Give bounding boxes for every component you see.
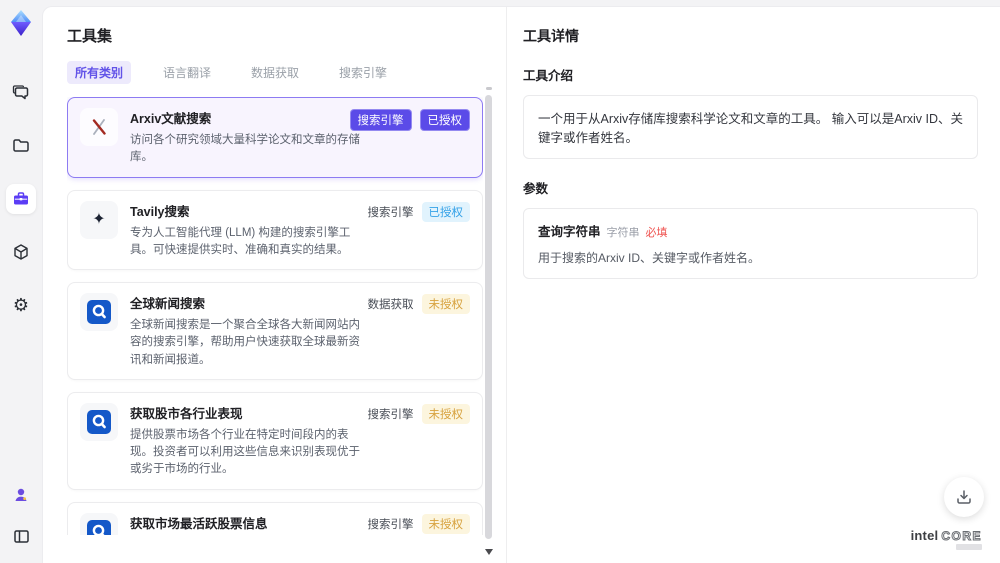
tool-texts: 获取市场最活跃股票信息 提供当天交易量最高的股票列表。投资者可以利用这些信息来识… bbox=[130, 513, 362, 536]
tool-texts: 获取股市各行业表现 提供股票市场各个行业在特定时间段内的表现。投资者可以利用这些… bbox=[130, 403, 362, 479]
params-list: 查询字符串 字符串 必填 用于搜索的Arxiv ID、关键字或作者姓名。 bbox=[523, 208, 978, 279]
tool-category-tag: 搜索引擎 bbox=[367, 206, 414, 219]
settings-icon[interactable]: ⚙ bbox=[6, 290, 36, 320]
tool-auth-badge: 未授权 bbox=[421, 294, 470, 314]
gear-glyph: ⚙ bbox=[12, 295, 30, 315]
intro-box: 一个用于从Arxiv存储库搜索科学论文和文章的工具。 输入可以是Arxiv ID… bbox=[523, 95, 978, 159]
scroll-down-arrow[interactable] bbox=[485, 549, 493, 555]
panel-toggle-icon[interactable] bbox=[6, 521, 36, 551]
tool-tags: 搜索引擎 已授权 bbox=[367, 201, 470, 222]
parameter-description: 用于搜索的Arxiv ID、关键字或作者姓名。 bbox=[538, 251, 761, 265]
tool-description: 专为人工智能代理 (LLM) 构建的搜索引擎工具。可快速提供实时、准确和真实的结… bbox=[130, 226, 351, 256]
tool-tags: 搜索引擎 未授权 bbox=[367, 513, 470, 534]
tool-texts: 全球新闻搜索 全球新闻搜索是一个聚合全球各大新闻网站内容的搜索引擎，帮助用户快速… bbox=[130, 293, 362, 369]
scroll-up-arrow[interactable] bbox=[486, 87, 492, 90]
tool-name: 全球新闻搜索 bbox=[130, 297, 206, 311]
list-scrollbar[interactable] bbox=[485, 87, 493, 555]
params-heading: 参数 bbox=[523, 182, 549, 196]
category-tab-label: 搜索引擎 bbox=[339, 66, 388, 80]
parameter-required-badge: 必填 bbox=[645, 227, 668, 239]
details-title: 工具详情 bbox=[523, 28, 579, 44]
parameter-name: 查询字符串 bbox=[538, 225, 601, 239]
chat-icon[interactable] bbox=[6, 78, 36, 108]
tool-category-tag: 搜索引擎 bbox=[349, 109, 412, 131]
brand-core-text: core bbox=[941, 529, 982, 544]
category-tabs: 所有类别 语言翻译 数据获取 搜索引擎 bbox=[67, 61, 483, 84]
main-surface: 工具集 所有类别 语言翻译 数据获取 搜索引擎 ✦ Arxiv文献搜 bbox=[42, 6, 1000, 563]
tool-description: 访问各个研究领域大量科学论文和文章的存储库。 bbox=[130, 134, 360, 164]
tool-name: Tavily搜索 bbox=[130, 204, 190, 219]
parameter-card: 查询字符串 字符串 必填 用于搜索的Arxiv ID、关键字或作者姓名。 bbox=[523, 208, 978, 279]
intel-core-logo: intel core bbox=[911, 528, 982, 550]
tool-name: Arxiv文献搜索 bbox=[130, 112, 212, 126]
tool-description: 提供股票市场各个行业在特定时间段内的表现。投资者可以利用这些信息来识别表现优于或… bbox=[130, 428, 360, 476]
tool-texts: Tavily搜索 专为人工智能代理 (LLM) 构建的搜索引擎工具。可快速提供实… bbox=[130, 201, 362, 260]
tool-logo-icon: ✦ bbox=[80, 200, 118, 239]
category-tab-label: 数据获取 bbox=[251, 66, 300, 80]
category-tab[interactable]: 数据获取 bbox=[243, 61, 307, 84]
parameter-type: 字符串 bbox=[606, 227, 640, 239]
tool-logo-icon: ✦ bbox=[80, 512, 118, 535]
tool-description: 全球新闻搜索是一个聚合全球各大新闻网站内容的搜索引擎，帮助用户快速获取全球最新资… bbox=[130, 319, 360, 366]
tool-category-tag: 搜索引擎 bbox=[367, 408, 414, 421]
category-tab[interactable]: 搜索引擎 bbox=[331, 61, 395, 84]
tool-logo-icon: ✦ bbox=[80, 293, 118, 331]
sidebar-bottom bbox=[6, 480, 36, 551]
tool-name: 获取股市各行业表现 bbox=[130, 406, 243, 421]
intro-heading: 工具介绍 bbox=[523, 69, 574, 83]
tool-list-item[interactable]: ✦ 获取市场最活跃股票信息 提供当天交易量最高的股票列表。投资者可以利用这些信息… bbox=[67, 501, 483, 536]
tool-list-item[interactable]: ✦ 全球新闻搜索 全球新闻搜索是一个聚合全球各大新闻网站内容的搜索引擎，帮助用户… bbox=[67, 282, 483, 380]
tavily-star-icon: ✦ bbox=[92, 210, 106, 228]
category-tab[interactable]: 语言翻译 bbox=[155, 61, 219, 84]
tool-details-pane: 工具详情 工具介绍 一个用于从Arxiv存储库搜索科学论文和文章的工具。 输入可… bbox=[506, 7, 1000, 563]
tool-tags: 数据获取 未授权 bbox=[367, 294, 470, 314]
cube-icon[interactable] bbox=[6, 237, 36, 267]
tool-list-item[interactable]: ✦ Tavily搜索 专为人工智能代理 (LLM) 构建的搜索引擎工具。可快速提… bbox=[67, 189, 483, 270]
tool-category-tag: 搜索引擎 bbox=[367, 518, 414, 531]
tool-name: 获取市场最活跃股票信息 bbox=[130, 516, 268, 531]
folder-icon[interactable] bbox=[6, 131, 36, 161]
tool-category-tag: 数据获取 bbox=[367, 299, 414, 311]
category-tab-label: 所有类别 bbox=[75, 66, 124, 80]
tool-auth-badge: 未授权 bbox=[421, 403, 470, 424]
category-tab[interactable]: 所有类别 bbox=[67, 61, 132, 84]
brand-intel-text: intel bbox=[910, 528, 939, 543]
tool-logo-icon: ✦ bbox=[80, 108, 118, 146]
download-icon bbox=[957, 490, 971, 504]
tool-list-item[interactable]: ✦ Arxiv文献搜索 访问各个研究领域大量科学论文和文章的存储库。 搜索引擎 … bbox=[67, 97, 483, 178]
tool-list-item[interactable]: ✦ 获取股市各行业表现 提供股票市场各个行业在特定时间段内的表现。投资者可以利用… bbox=[67, 391, 483, 490]
category-tab-label: 语言翻译 bbox=[163, 66, 212, 80]
tool-tags: 搜索引擎 未授权 bbox=[367, 403, 470, 424]
tool-list-pane: 工具集 所有类别 语言翻译 数据获取 搜索引擎 ✦ Arxiv文献搜 bbox=[67, 7, 483, 563]
tool-texts: Arxiv文献搜索 访问各个研究领域大量科学论文和文章的存储库。 bbox=[130, 108, 362, 167]
toolbox-icon[interactable] bbox=[6, 184, 36, 214]
avatar-icon[interactable] bbox=[6, 480, 36, 510]
brand-sub-mark bbox=[956, 544, 982, 550]
tool-logo-icon: ✦ bbox=[80, 402, 118, 441]
download-button[interactable] bbox=[944, 477, 984, 517]
tool-tags: 搜索引擎 已授权 bbox=[349, 109, 470, 131]
scrollbar-thumb[interactable] bbox=[485, 95, 492, 539]
page-title: 工具集 bbox=[67, 28, 113, 45]
app-sidebar: ⚙ bbox=[0, 0, 42, 563]
tool-auth-badge: 已授权 bbox=[421, 201, 470, 222]
tool-auth-badge: 未授权 bbox=[421, 513, 470, 534]
tool-auth-badge: 已授权 bbox=[419, 109, 470, 131]
tool-cards: ✦ Arxiv文献搜索 访问各个研究领域大量科学论文和文章的存储库。 搜索引擎 … bbox=[67, 97, 483, 535]
sidebar-nav: ⚙ bbox=[6, 78, 36, 320]
app-logo-gem-icon[interactable] bbox=[6, 8, 36, 38]
